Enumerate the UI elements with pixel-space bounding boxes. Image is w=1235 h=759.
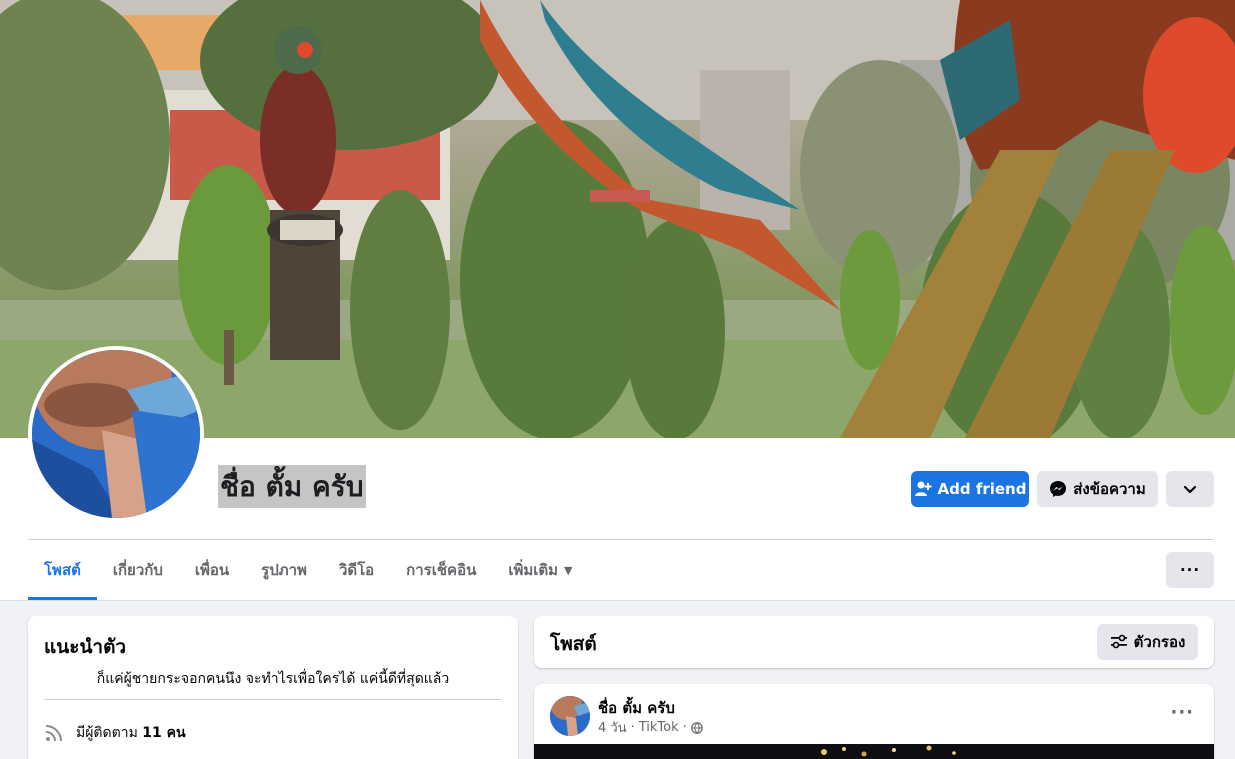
chevron-down-icon [1183, 485, 1197, 494]
followers-count[interactable]: 11 คน [142, 725, 185, 741]
profile-page: ชื่อ ตั้ม ครับ Add friend ส่งข้อความ โพส… [0, 0, 1235, 759]
profile-options-dropdown[interactable] [1166, 471, 1214, 507]
intro-bio: ก็แค่ผู้ชายกระจอกคนนึง จะทำไรเพื่อใครได้… [96, 671, 450, 687]
add-friend-button[interactable]: Add friend [911, 471, 1029, 507]
profile-name: ชื่อ ตั้ม ครับ [218, 465, 366, 508]
tab-label: วิดีโอ [338, 561, 375, 579]
followers-prefix: มีผู้ติดตาม [76, 725, 138, 741]
filter-label: ตัวกรอง [1133, 633, 1186, 651]
more-dots-icon: ··· [1179, 561, 1201, 579]
more-options-button[interactable]: ··· [1166, 552, 1214, 588]
tab-label: เพื่อน [194, 561, 230, 579]
followers-row: มีผู้ติดตาม 11 คน [44, 722, 186, 744]
post-options-icon[interactable]: ··· [1170, 702, 1194, 723]
intro-divider [44, 699, 502, 700]
posts-title: โพสต์ [550, 633, 597, 655]
cover-photo-scene [0, 0, 1235, 438]
tab-friends[interactable]: เพื่อน [179, 540, 245, 600]
profile-avatar[interactable] [28, 346, 204, 522]
profile-tabs: โพสต์ เกี่ยวกับ เพื่อน รูปภาพ วิดีโอ การ… [28, 540, 588, 600]
message-button[interactable]: ส่งข้อความ [1037, 471, 1158, 507]
posts-header-card: โพสต์ ตัวกรอง [534, 616, 1214, 668]
tab-more[interactable]: เพิ่มเติม ▼ [492, 540, 588, 600]
tab-posts[interactable]: โพสต์ [28, 540, 97, 600]
meta-separator: · [682, 720, 687, 735]
intro-card: แนะนำตัว ก็แค่ผู้ชายกระจอกคนนึง จะทำไรเพ… [28, 616, 518, 759]
meta-separator: · [630, 720, 635, 735]
sliders-icon [1110, 634, 1127, 649]
add-friend-label: Add friend [937, 480, 1027, 498]
tab-label: เกี่ยวกับ [112, 561, 163, 579]
post-source: TikTok [638, 720, 679, 735]
tab-about[interactable]: เกี่ยวกับ [97, 540, 179, 600]
tab-checkins[interactable]: การเช็คอิน [390, 540, 492, 600]
caret-down-icon: ▼ [564, 563, 573, 577]
post-time[interactable]: 4 วัน [598, 717, 627, 738]
post-author-avatar[interactable] [550, 696, 590, 736]
rss-icon [45, 725, 62, 742]
tab-videos[interactable]: วิดีโอ [323, 540, 390, 600]
post-media[interactable] [534, 744, 1214, 759]
avatar-photo [32, 350, 200, 518]
post-card: ชื่อ ตั้ม ครับ 4 วัน · TikTok · ··· [534, 684, 1214, 759]
tab-label: โพสต์ [44, 561, 81, 579]
tab-label: รูปภาพ [261, 561, 307, 579]
messenger-icon [1050, 481, 1067, 497]
header-bottom-border [0, 600, 1235, 601]
tab-photos[interactable]: รูปภาพ [245, 540, 323, 600]
person-plus-icon [914, 481, 932, 496]
tab-label: การเช็คอิน [406, 561, 477, 579]
cover-photo[interactable] [0, 0, 1235, 438]
globe-icon[interactable] [690, 721, 703, 734]
intro-title: แนะนำตัว [44, 636, 127, 658]
post-meta: 4 วัน · TikTok · [598, 717, 703, 738]
filter-button[interactable]: ตัวกรอง [1097, 624, 1198, 660]
tab-label: เพิ่มเติม [508, 561, 559, 579]
message-label: ส่งข้อความ [1073, 480, 1146, 498]
